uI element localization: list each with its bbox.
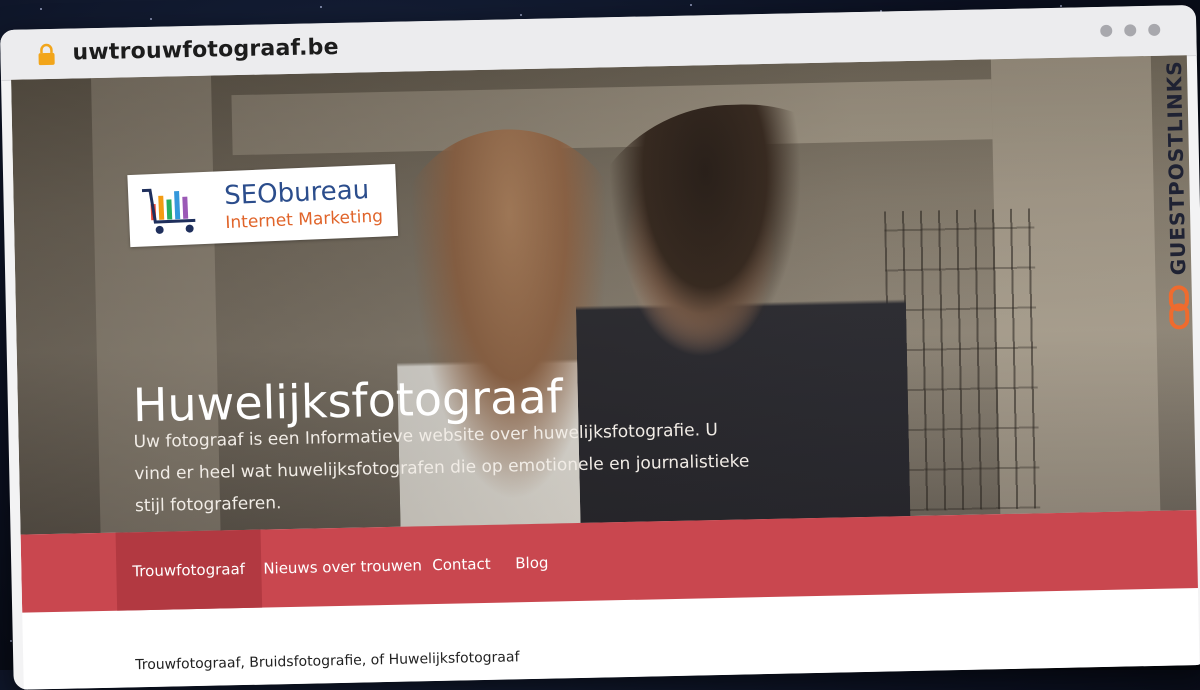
nav-item-nieuws-over-trouwen[interactable]: Nieuws over trouwen [247,526,439,608]
url-text[interactable]: uwtrouwfotograaf.be [72,35,339,66]
nav-item-contact[interactable]: Contact [415,525,507,605]
link-chain-icon [1168,285,1190,330]
hero-banner: SEObureau Internet Marketing Huwelijksfo… [11,55,1200,535]
guestpostlinks-badge: GUESTPOSTLINKS [1159,60,1195,361]
page-viewport: SEObureau Internet Marketing Huwelijksfo… [11,55,1200,690]
window-dot-icon [1148,23,1161,36]
lock-icon [38,43,55,66]
window-dot-icon [1100,24,1113,37]
logo-subtitle: Internet Marketing [225,206,384,234]
hero-description: Uw fotograaf is een Informatieve website… [133,420,750,517]
logo-title: SEObureau [223,175,370,212]
browser-window: uwtrouwfotograaf.be SEObureau Internet M… [0,4,1200,690]
site-logo[interactable]: SEObureau Internet Marketing [127,163,399,248]
window-dot-icon [1124,24,1137,37]
window-controls [1100,23,1161,37]
badge-text: GUESTPOSTLINKS [1161,60,1191,276]
nav-item-blog[interactable]: Blog [498,523,565,602]
nav-item-trouwfotograaf[interactable]: Trouwfotograaf [115,529,262,611]
shopping-cart-icon [141,188,196,234]
